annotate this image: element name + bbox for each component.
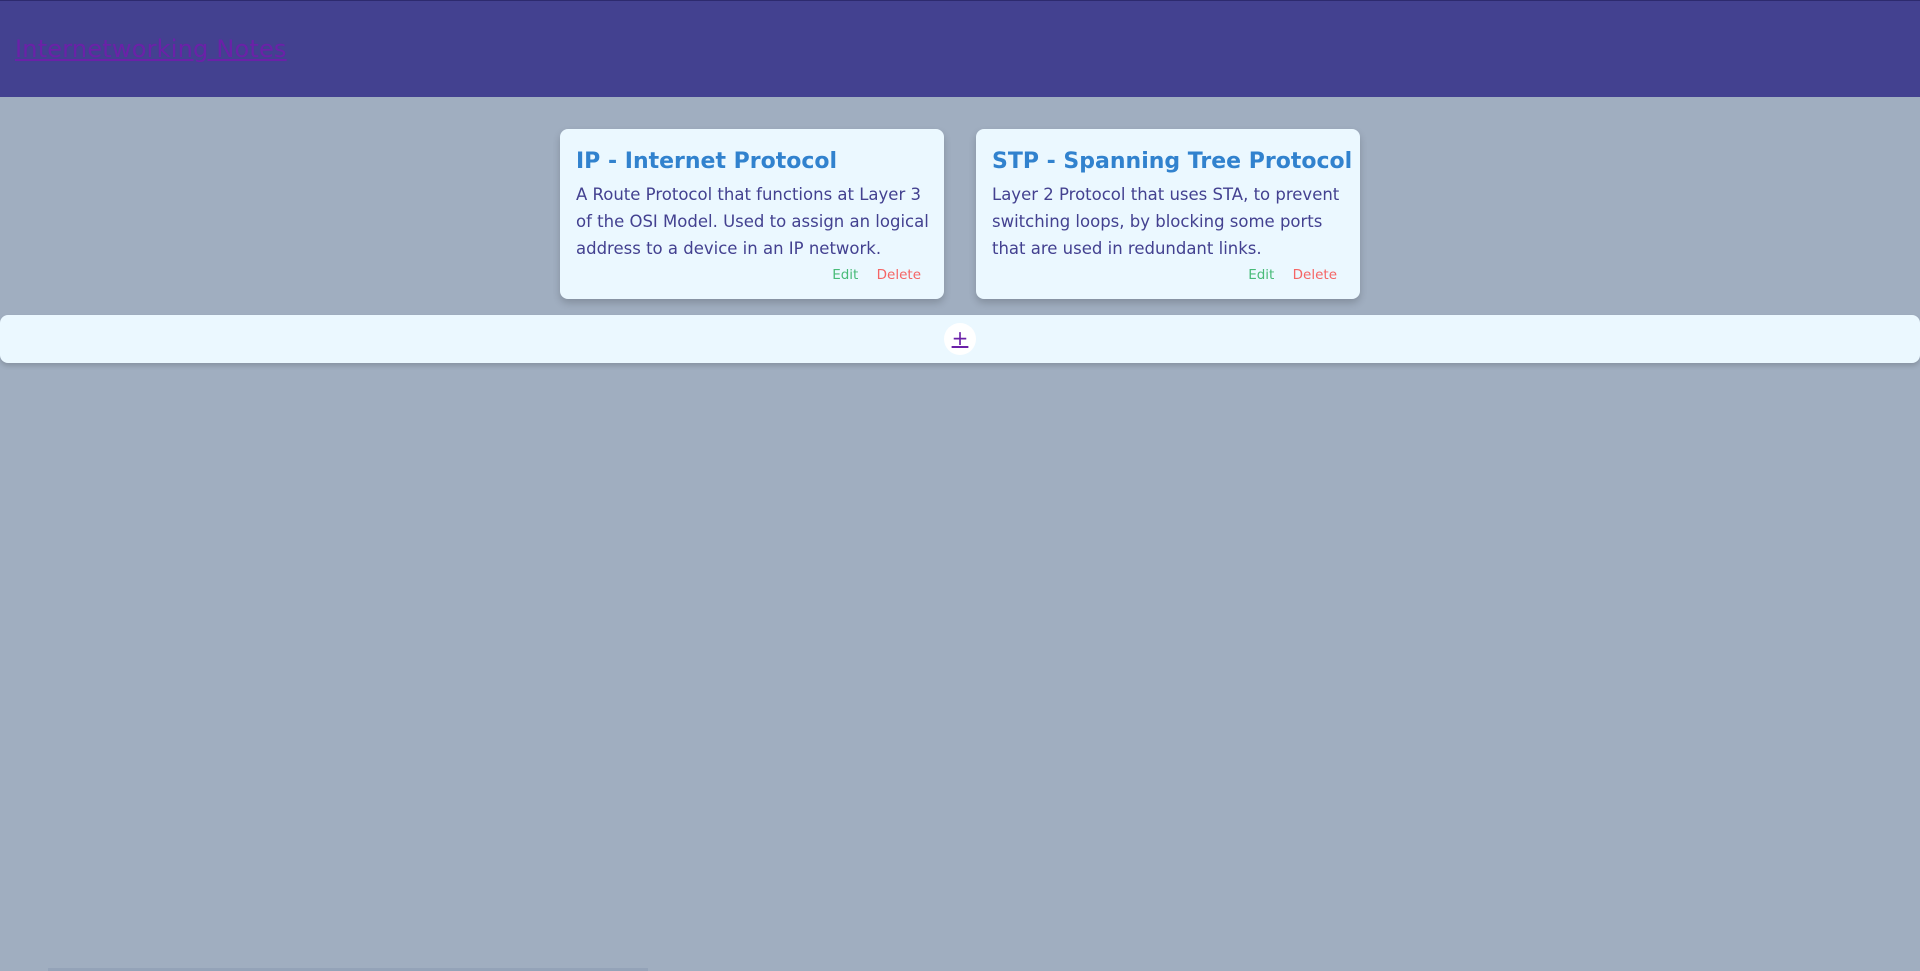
edit-button[interactable]: Edit	[832, 267, 858, 283]
delete-button[interactable]: Delete	[877, 267, 921, 283]
top-navbar: Internetworking Notes	[0, 0, 1920, 97]
notes-list: IP - Internet Protocol A Route Protocol …	[0, 129, 1920, 299]
plus-icon: +	[951, 326, 969, 350]
app-title-link[interactable]: Internetworking Notes	[15, 35, 287, 63]
note-actions: Edit Delete	[832, 267, 921, 283]
note-body: Layer 2 Protocol that uses STA, to preve…	[992, 185, 1340, 258]
note-title: IP - Internet Protocol	[576, 149, 838, 174]
add-note-bar: +	[0, 315, 1920, 363]
edit-button[interactable]: Edit	[1248, 267, 1274, 283]
note-card: IP - Internet Protocol A Route Protocol …	[560, 129, 944, 299]
note-card: STP - Spanning Tree Protocol Layer 2 Pro…	[976, 129, 1360, 299]
add-note-button[interactable]: +	[944, 323, 976, 355]
note-body: A Route Protocol that functions at Layer…	[576, 185, 929, 258]
note-actions: Edit Delete	[1248, 267, 1337, 283]
note-title: STP - Spanning Tree Protocol	[992, 149, 1353, 174]
delete-button[interactable]: Delete	[1293, 267, 1337, 283]
